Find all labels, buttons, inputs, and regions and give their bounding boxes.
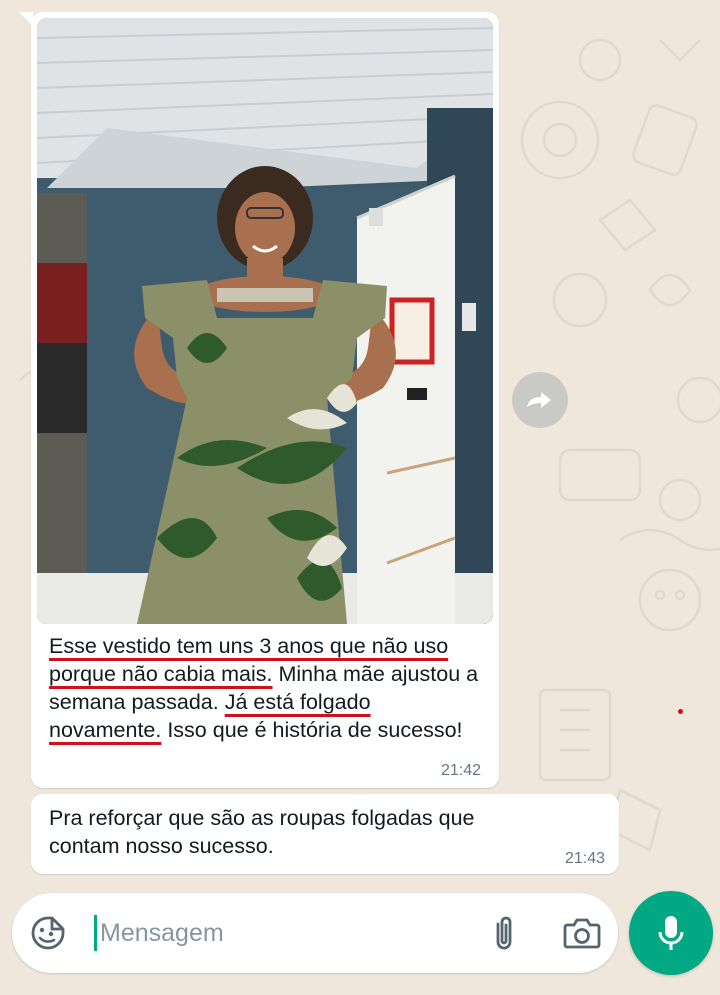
camera-icon	[563, 918, 601, 949]
forward-button[interactable]	[512, 372, 568, 428]
attach-button[interactable]	[484, 911, 524, 955]
mic-icon	[658, 916, 684, 950]
message-input[interactable]	[100, 915, 440, 951]
decoration-dot	[678, 709, 683, 714]
message-composer	[12, 893, 618, 973]
incoming-text-message[interactable]: Pra reforçar que são as roupas folgadas …	[31, 794, 619, 874]
camera-button[interactable]	[560, 911, 604, 955]
text-cursor	[94, 915, 97, 951]
sticker-button[interactable]	[28, 913, 68, 953]
caption-text-4: Isso que é história de sucesso!	[161, 718, 463, 742]
paperclip-icon	[496, 916, 512, 950]
message-photo[interactable]	[37, 18, 493, 624]
message-text: Pra reforçar que são as roupas folgadas …	[49, 806, 475, 858]
photo-illustration	[37, 18, 493, 624]
incoming-image-message[interactable]: Esse vestido tem uns 3 anos que não uso …	[19, 12, 499, 788]
forward-icon	[527, 392, 551, 408]
message-caption: Esse vestido tem uns 3 anos que não uso …	[49, 632, 479, 744]
message-timestamp: 21:42	[440, 762, 481, 779]
sticker-icon	[31, 916, 65, 950]
message-timestamp: 21:43	[564, 850, 605, 867]
bubble-tail	[19, 12, 33, 26]
voice-record-button[interactable]	[629, 891, 713, 975]
